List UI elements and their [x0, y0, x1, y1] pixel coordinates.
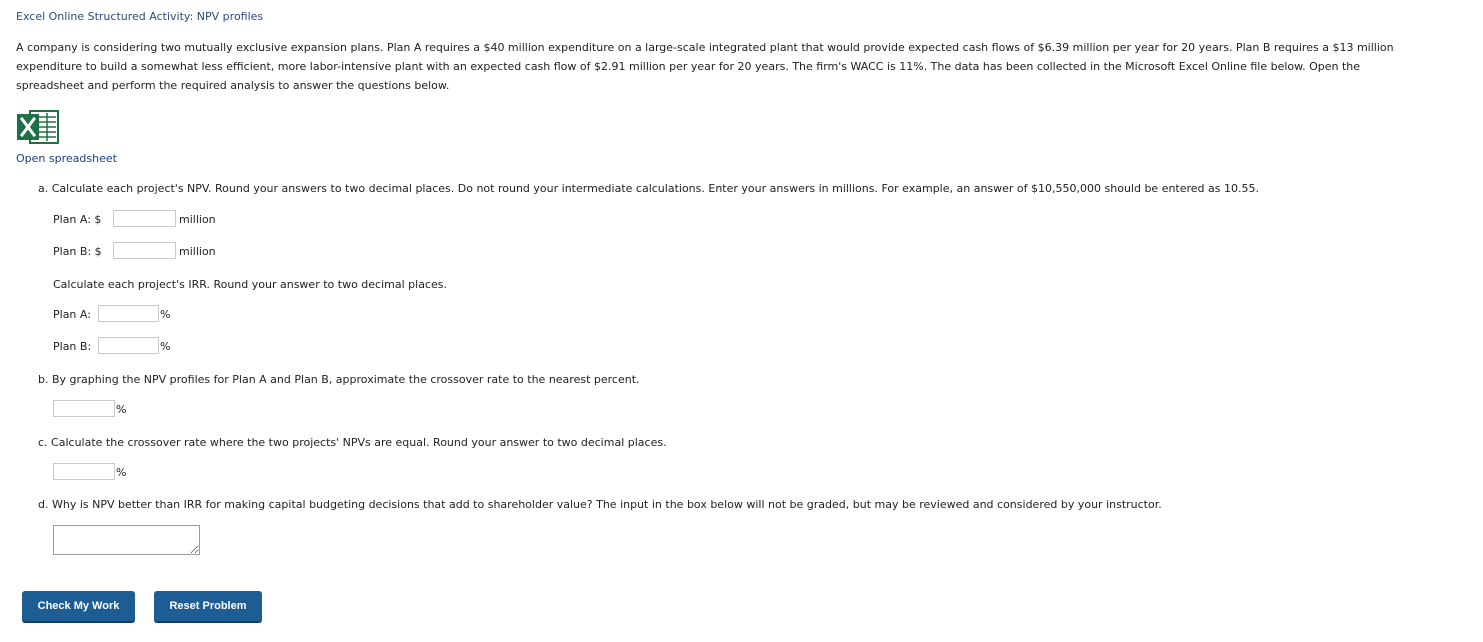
irr-plan-b-label: Plan B:	[53, 340, 92, 353]
npv-plan-a-label: Plan A: $	[53, 213, 102, 226]
irr-plan-a-input[interactable]	[98, 305, 159, 322]
npv-vs-irr-textarea[interactable]	[53, 525, 200, 555]
open-spreadsheet-link[interactable]: Open spreadsheet	[16, 152, 117, 165]
page-title: Excel Online Structured Activity: NPV pr…	[16, 10, 264, 23]
npv-plan-b-label: Plan B: $	[53, 245, 102, 258]
crossover-exact-unit: %	[116, 466, 127, 479]
crossover-approx-input[interactable]	[53, 400, 115, 417]
irr-plan-a-label: Plan A:	[53, 308, 91, 321]
question-c: c. Calculate the crossover rate where th…	[38, 436, 667, 449]
irr-question: Calculate each project's IRR. Round your…	[53, 278, 447, 291]
crossover-exact-input[interactable]	[53, 463, 115, 480]
question-a: a. Calculate each project's NPV. Round y…	[38, 182, 1259, 195]
problem-intro: A company is considering two mutually ex…	[16, 38, 1466, 95]
irr-plan-a-unit: %	[160, 308, 171, 321]
intro-line-1: A company is considering two mutually ex…	[16, 41, 1394, 54]
irr-plan-b-unit: %	[160, 340, 171, 353]
npv-plan-a-unit: million	[179, 213, 216, 226]
npv-plan-a-input[interactable]	[113, 210, 176, 227]
crossover-approx-unit: %	[116, 403, 127, 416]
reset-problem-button[interactable]: Reset Problem	[154, 591, 262, 623]
excel-icon[interactable]	[16, 108, 60, 146]
question-d: d. Why is NPV better than IRR for making…	[38, 498, 1162, 511]
intro-line-3: spreadsheet and perform the required ana…	[16, 79, 450, 92]
question-b: b. By graphing the NPV profiles for Plan…	[38, 373, 640, 386]
irr-plan-b-input[interactable]	[98, 337, 159, 354]
npv-plan-b-unit: million	[179, 245, 216, 258]
check-my-work-button[interactable]: Check My Work	[22, 591, 135, 623]
npv-plan-b-input[interactable]	[113, 242, 176, 259]
intro-line-2: expenditure to build a somewhat less eff…	[16, 60, 1361, 73]
